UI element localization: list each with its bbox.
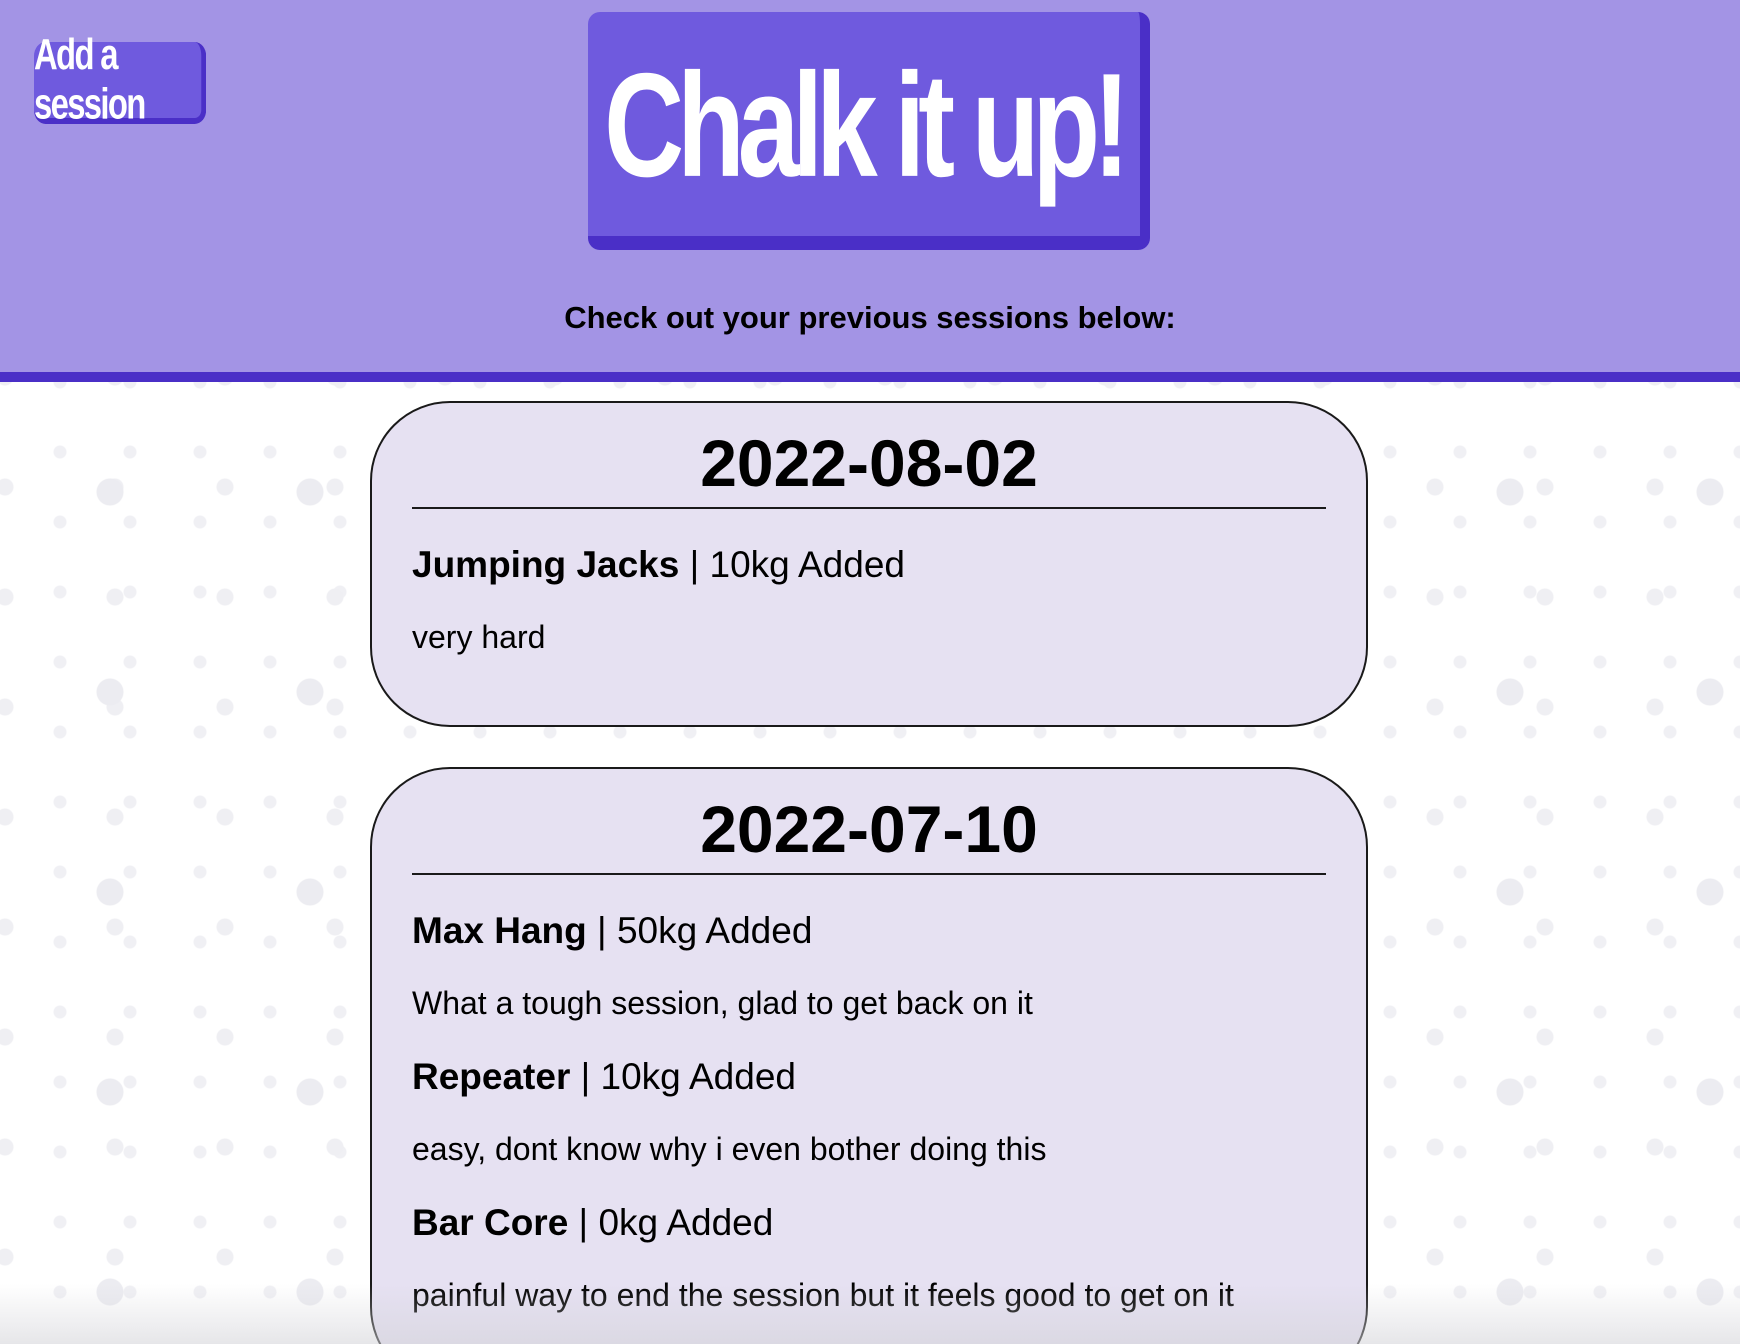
exercise-name: Bar Core	[412, 1202, 569, 1243]
exercise-heading: Bar Core | 0kg Added	[412, 1201, 1326, 1245]
page-header: Add a session Chalk it up! Check out you…	[0, 0, 1740, 382]
page-subtitle: Check out your previous sessions below:	[564, 300, 1176, 335]
add-session-label: Add a session	[34, 30, 146, 129]
exercise-separator: |	[679, 544, 710, 585]
logo-text: Chalk it up!	[604, 42, 1131, 209]
exercise-weight: 10kg Added	[600, 1056, 796, 1097]
sessions-list: 2022-08-02 Jumping Jacks | 10kg Added ve…	[0, 382, 1740, 1344]
exercise-entry: Bar Core | 0kg Added painful way to end …	[412, 1201, 1326, 1315]
exercise-weight: 0kg Added	[598, 1202, 774, 1243]
exercise-name: Max Hang	[412, 910, 587, 951]
session-card: 2022-07-10 Max Hang | 50kg Added What a …	[370, 767, 1368, 1344]
session-date: 2022-07-10	[412, 791, 1326, 875]
exercise-separator: |	[568, 1202, 599, 1243]
exercise-name: Repeater	[412, 1056, 571, 1097]
exercise-note: painful way to end the session but it fe…	[412, 1277, 1234, 1313]
session-card: 2022-08-02 Jumping Jacks | 10kg Added ve…	[370, 401, 1368, 727]
exercise-note: What a tough session, glad to get back o…	[412, 985, 1033, 1021]
exercise-note: very hard	[412, 619, 546, 655]
exercise-separator: |	[586, 910, 617, 951]
session-date: 2022-08-02	[412, 425, 1326, 509]
add-session-button[interactable]: Add a session	[34, 31, 207, 128]
exercise-heading: Max Hang | 50kg Added	[412, 909, 1326, 953]
exercise-entry: Jumping Jacks | 10kg Added very hard	[412, 543, 1326, 657]
exercise-heading: Repeater | 10kg Added	[412, 1055, 1326, 1099]
exercise-name: Jumping Jacks	[412, 544, 680, 585]
exercise-entry: Repeater | 10kg Added easy, dont know wh…	[412, 1055, 1326, 1169]
exercise-entry: Max Hang | 50kg Added What a tough sessi…	[412, 909, 1326, 1023]
exercise-separator: |	[570, 1056, 601, 1097]
exercise-heading: Jumping Jacks | 10kg Added	[412, 543, 1326, 587]
exercise-weight: 10kg Added	[709, 544, 905, 585]
exercise-note: easy, dont know why i even bother doing …	[412, 1131, 1047, 1167]
app-logo: Chalk it up!	[588, 12, 1150, 250]
exercise-weight: 50kg Added	[616, 910, 813, 951]
